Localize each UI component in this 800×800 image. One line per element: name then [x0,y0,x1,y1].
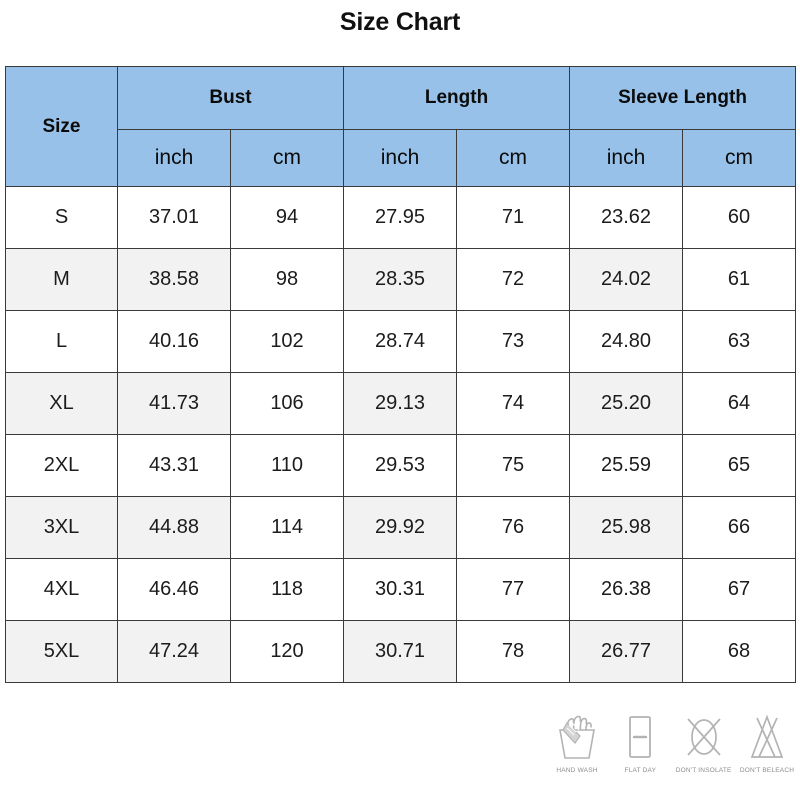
cell-length-inch: 30.71 [343,620,458,683]
cell-sleeve-cm: 67 [682,558,797,621]
table-row: L 40.16 102 28.74 73 24.80 63 [5,310,797,373]
cell-length-inch: 28.35 [343,248,458,311]
cell-length-inch: 30.31 [343,558,458,621]
header-group-length: Length [343,66,571,130]
table-row: 4XL 46.46 118 30.31 77 26.38 67 [5,558,797,621]
care-label-flat-dry: FLAT DAY [624,767,657,774]
header-unit-bust-inch: inch [117,129,231,187]
cell-length-inch: 29.53 [343,434,458,497]
header-row-units: inch cm inch cm inch cm [6,129,797,187]
page-title: Size Chart [339,8,461,36]
table-row: 3XL 44.88 114 29.92 76 25.98 66 [5,496,797,559]
cell-sleeve-cm: 64 [682,372,797,435]
cell-sleeve-cm: 66 [682,496,797,559]
cell-length-cm: 78 [456,620,571,683]
cell-bust-inch: 43.31 [117,434,231,497]
cell-size: 5XL [5,620,118,683]
care-label-do-not-bleach: DON'T BELEACH [739,767,795,774]
cell-length-cm: 76 [456,496,571,559]
cell-size: XL [5,372,118,435]
cell-bust-cm: 120 [229,620,345,683]
table-body: S 37.01 94 27.95 71 23.62 60 M 38.58 98 … [5,186,797,683]
cell-sleeve-inch: 24.02 [569,248,684,311]
cell-length-cm: 72 [456,248,571,311]
cell-sleeve-inch: 25.20 [569,372,684,435]
cell-sleeve-inch: 24.80 [569,310,684,373]
cell-bust-inch: 47.24 [117,620,231,683]
cell-sleeve-inch: 25.59 [569,434,684,497]
cell-bust-cm: 118 [229,558,345,621]
header-unit-sleeve-inch: inch [569,129,684,187]
header-unit-bust-cm: cm [229,129,345,187]
cell-length-cm: 74 [456,372,571,435]
cell-size: 3XL [5,496,118,559]
care-label-do-not-insolate: DON'T INSOLATE [675,767,732,774]
cell-bust-inch: 37.01 [117,186,231,249]
cell-length-inch: 28.74 [343,310,458,373]
cell-bust-inch: 40.16 [117,310,231,373]
do-not-bleach-icon [750,714,784,758]
cell-bust-cm: 106 [229,372,345,435]
care-label-hand-wash: HAND WASH [556,767,598,774]
cell-sleeve-cm: 68 [682,620,797,683]
table-header: Size Bust Length Sleeve Length inch cm i… [5,66,797,187]
table-row: 2XL 43.31 110 29.53 75 25.59 65 [5,434,797,497]
cell-sleeve-inch: 23.62 [569,186,684,249]
cell-bust-inch: 38.58 [117,248,231,311]
cell-length-cm: 77 [456,558,571,621]
cell-bust-cm: 102 [229,310,345,373]
cell-size: 2XL [5,434,118,497]
cell-bust-inch: 44.88 [117,496,231,559]
care-item-do-not-insolate: DON'T INSOLATE [675,712,733,774]
care-instructions: HAND WASH FLAT DAY DON'T INSOLATE DON'T … [548,712,796,774]
flat-dry-icon [629,716,652,758]
cell-size: M [5,248,118,311]
cell-sleeve-cm: 60 [682,186,797,249]
cell-bust-cm: 94 [229,186,345,249]
cell-length-cm: 73 [456,310,571,373]
cell-sleeve-cm: 63 [682,310,797,373]
cell-sleeve-cm: 65 [682,434,797,497]
cell-sleeve-inch: 25.98 [569,496,684,559]
care-item-hand-wash: HAND WASH [548,712,606,774]
cell-bust-inch: 46.46 [117,558,231,621]
table-row: XL 41.73 106 29.13 74 25.20 64 [5,372,797,435]
table-row: 5XL 47.24 120 30.71 78 26.77 68 [5,620,797,683]
cell-length-inch: 29.13 [343,372,458,435]
header-unit-length-inch: inch [343,129,458,187]
cell-length-cm: 75 [456,434,571,497]
table-row: M 38.58 98 28.35 72 24.02 61 [5,248,797,311]
cell-sleeve-inch: 26.77 [569,620,684,683]
header-unit-length-cm: cm [456,129,571,187]
cell-size: 4XL [5,558,118,621]
care-item-do-not-bleach: DON'T BELEACH [738,712,796,774]
cell-bust-cm: 98 [229,248,345,311]
cell-bust-cm: 110 [229,434,345,497]
header-group-bust: Bust [116,66,345,130]
cell-length-cm: 71 [456,186,571,249]
cell-sleeve-cm: 61 [682,248,797,311]
header-row-groups: Size Bust Length Sleeve Length [5,66,797,187]
table-row: S 37.01 94 27.95 71 23.62 60 [5,186,797,249]
care-item-flat-dry: FLAT DAY [611,712,669,774]
size-chart-table-container: Size Bust Length Sleeve Length inch cm i… [5,66,797,683]
hand-wash-icon [559,715,595,759]
size-chart-table: Size Bust Length Sleeve Length inch cm i… [5,66,797,683]
header-group-sleeve-length: Sleeve Length [569,66,797,130]
cell-bust-cm: 114 [229,496,345,559]
cell-sleeve-inch: 26.38 [569,558,684,621]
cell-bust-inch: 41.73 [117,372,231,435]
cell-length-inch: 29.92 [343,496,458,559]
cell-size: L [5,310,118,373]
header-unit-sleeve-cm: cm [682,129,797,187]
do-not-insolate-icon [687,718,721,756]
cell-size: S [5,186,118,249]
cell-length-inch: 27.95 [343,186,458,249]
header-size: Size [5,66,118,187]
